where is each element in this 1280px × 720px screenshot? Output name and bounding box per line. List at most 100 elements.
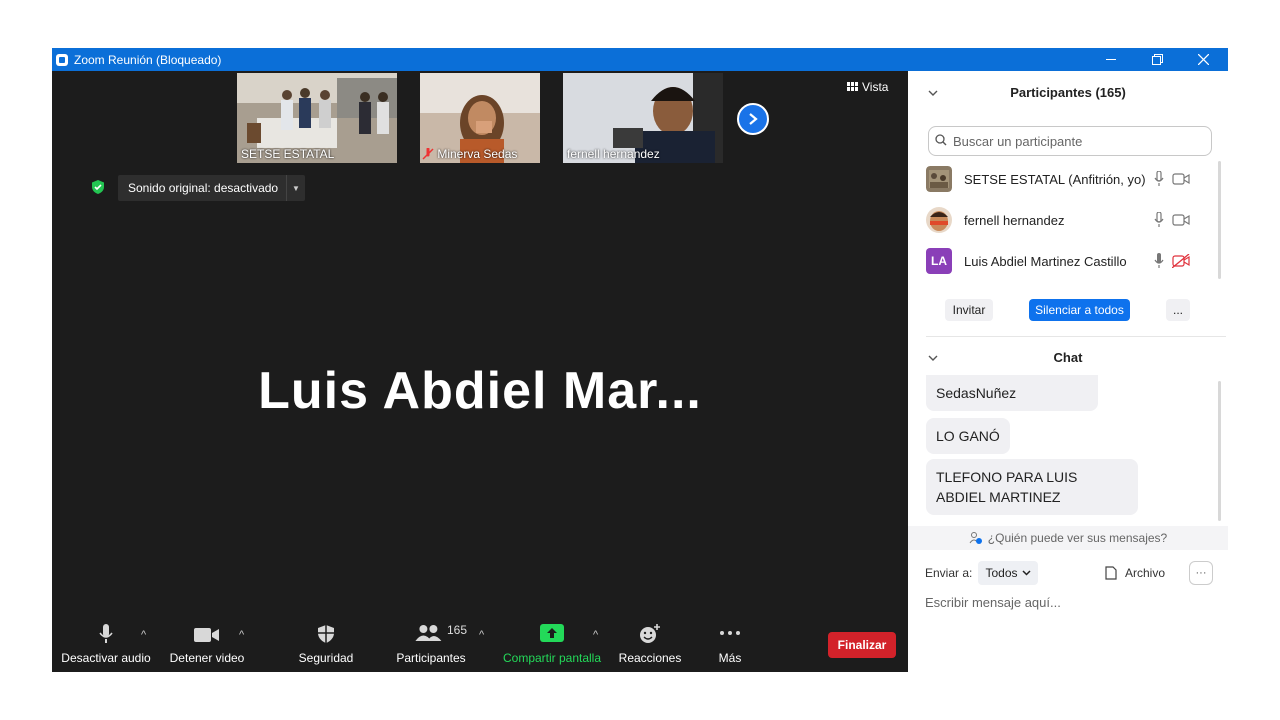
title-bar: Zoom Reunión (Bloqueado)	[52, 48, 1228, 71]
caret-down-icon[interactable]: ▼	[286, 175, 305, 201]
participants-icon	[415, 625, 442, 641]
person-visibility-icon	[969, 532, 982, 544]
share-screen-label: Compartir pantalla	[502, 651, 602, 665]
microphone-icon	[99, 624, 113, 643]
video-off-icon[interactable]	[1170, 254, 1192, 268]
more-dots-icon	[720, 631, 740, 635]
reactions-emoji-icon	[640, 624, 660, 643]
share-screen-button[interactable]: Compartir pantalla	[500, 619, 604, 672]
file-button[interactable]: Archivo	[1105, 561, 1165, 585]
side-panel: Participantes (165) Buscar un participan…	[908, 71, 1228, 672]
participants-more-button[interactable]: ...	[1166, 299, 1190, 321]
video-camera-icon	[194, 628, 219, 642]
participants-label: Participantes	[396, 651, 466, 665]
security-button[interactable]: Seguridad	[292, 619, 360, 672]
chat-scrollbar[interactable]	[1218, 381, 1221, 521]
participant-search-input[interactable]: Buscar un participante	[928, 126, 1212, 156]
chevron-down-icon	[1021, 570, 1031, 576]
share-screen-icon	[540, 624, 564, 642]
window-title: Zoom Reunión (Bloqueado)	[74, 52, 222, 67]
file-icon	[1105, 566, 1117, 580]
close-icon[interactable]	[1180, 48, 1226, 71]
microphone-icon[interactable]	[1148, 171, 1170, 187]
thumbnail-name: fernell hernandez	[567, 147, 660, 161]
video-stage: SETSE ESTATAL Minerva Sedas fernell hern…	[52, 71, 908, 672]
recipient-value: Todos	[985, 566, 1018, 580]
stop-video-button[interactable]: Detener video	[166, 619, 248, 672]
participant-name: SETSE ESTATAL (Anfitrión, yo)	[964, 171, 1146, 187]
participants-button[interactable]: 165 Participantes	[392, 619, 470, 672]
participant-name: Luis Abdiel Martinez Castillo	[964, 253, 1127, 269]
zoom-window: Zoom Reunión (Bloqueado) SETSE ESTATAL M…	[52, 48, 1228, 672]
original-sound-label: Sonido original: desactivado	[128, 181, 279, 195]
thumbnail-name: SETSE ESTATAL	[241, 147, 335, 161]
search-placeholder: Buscar un participante	[953, 133, 1083, 149]
chat-message: LO GANÓ	[926, 418, 1010, 454]
microphone-icon[interactable]	[1148, 253, 1170, 269]
chat-header: Chat	[908, 338, 1228, 378]
chat-message-input[interactable]: Escribir mensaje aquí...	[925, 595, 1215, 615]
video-camera-icon[interactable]	[1170, 173, 1192, 185]
muted-mic-icon	[422, 147, 434, 160]
more-label: Más	[718, 651, 742, 665]
reactions-button[interactable]: Reacciones	[615, 619, 685, 672]
send-to-label: Enviar a:	[925, 566, 973, 580]
encryption-shield-icon[interactable]	[90, 179, 106, 195]
chat-title: Chat	[1053, 350, 1083, 365]
meeting-toolbar: Desactivar audio ^ Detener video ^ Segur…	[52, 619, 908, 672]
video-options-chevron-icon[interactable]: ^	[239, 629, 244, 641]
mute-audio-button[interactable]: Desactivar audio	[61, 619, 151, 672]
mute-audio-label: Desactivar audio	[61, 651, 151, 665]
chat-message: SedasNuñez	[926, 375, 1098, 411]
chat-message: TLEFONO PARA LUIS ABDIEL MARTINEZ	[926, 459, 1138, 515]
participants-count: 165	[447, 623, 468, 637]
file-label: Archivo	[1125, 566, 1166, 580]
participant-row[interactable]: LA Luis Abdiel Martinez Castillo	[926, 241, 1208, 281]
mute-all-button[interactable]: Silenciar a todos	[1029, 299, 1130, 321]
avatar	[926, 166, 952, 192]
chat-more-button[interactable]: ···	[1189, 561, 1213, 585]
original-sound-toggle[interactable]: Sonido original: desactivado ▼	[118, 175, 305, 201]
thumbnail-name: Minerva Sedas	[437, 147, 518, 161]
participants-scrollbar[interactable]	[1218, 161, 1221, 279]
audio-options-chevron-icon[interactable]: ^	[141, 629, 146, 641]
recipient-select[interactable]: Todos	[978, 561, 1038, 585]
divider	[926, 336, 1226, 337]
active-speaker-name: Luis Abdiel Mar...	[258, 362, 702, 420]
who-can-see-link[interactable]: ¿Quién puede ver sus mensajes?	[908, 526, 1228, 550]
participant-row[interactable]: fernell hernandez	[926, 200, 1208, 240]
video-camera-icon[interactable]	[1170, 214, 1192, 226]
participant-name: fernell hernandez	[964, 212, 1065, 228]
thumbnail-fernell-hernandez[interactable]: fernell hernandez	[563, 73, 723, 163]
avatar	[926, 207, 952, 233]
security-shield-icon	[318, 625, 334, 643]
more-button[interactable]: Más	[704, 619, 756, 672]
thumbnail-setse-estatal[interactable]: SETSE ESTATAL	[237, 73, 397, 163]
stop-video-label: Detener video	[169, 651, 245, 665]
invite-button[interactable]: Invitar	[945, 299, 993, 321]
restore-icon[interactable]	[1134, 48, 1180, 71]
end-meeting-button[interactable]: Finalizar	[828, 632, 896, 658]
collapse-participants-chevron-icon[interactable]	[928, 73, 938, 113]
microphone-icon[interactable]	[1148, 212, 1170, 228]
view-label: Vista	[862, 80, 889, 94]
security-label: Seguridad	[298, 651, 354, 665]
participants-options-chevron-icon[interactable]: ^	[479, 629, 484, 641]
zoom-logo-icon	[56, 53, 68, 66]
avatar: LA	[926, 248, 952, 274]
next-page-button[interactable]	[737, 103, 769, 135]
minimize-icon[interactable]	[1088, 48, 1134, 71]
thumbnail-minerva-sedas[interactable]: Minerva Sedas	[420, 73, 540, 163]
who-can-see-label: ¿Quién puede ver sus mensajes?	[987, 531, 1168, 545]
share-options-chevron-icon[interactable]: ^	[593, 629, 598, 641]
search-icon	[929, 133, 953, 149]
collapse-chat-chevron-icon[interactable]	[928, 338, 938, 378]
participants-header: Participantes (165)	[908, 73, 1228, 113]
reactions-label: Reacciones	[618, 651, 682, 665]
grid-view-icon	[847, 82, 858, 91]
chevron-right-icon	[749, 113, 758, 125]
view-button[interactable]: Vista	[847, 80, 888, 94]
send-to-row: Enviar a: Todos Archivo ···	[925, 561, 1215, 585]
participant-row[interactable]: SETSE ESTATAL (Anfitrión, yo)	[926, 159, 1208, 199]
participants-title: Participantes (165)	[1010, 85, 1126, 100]
